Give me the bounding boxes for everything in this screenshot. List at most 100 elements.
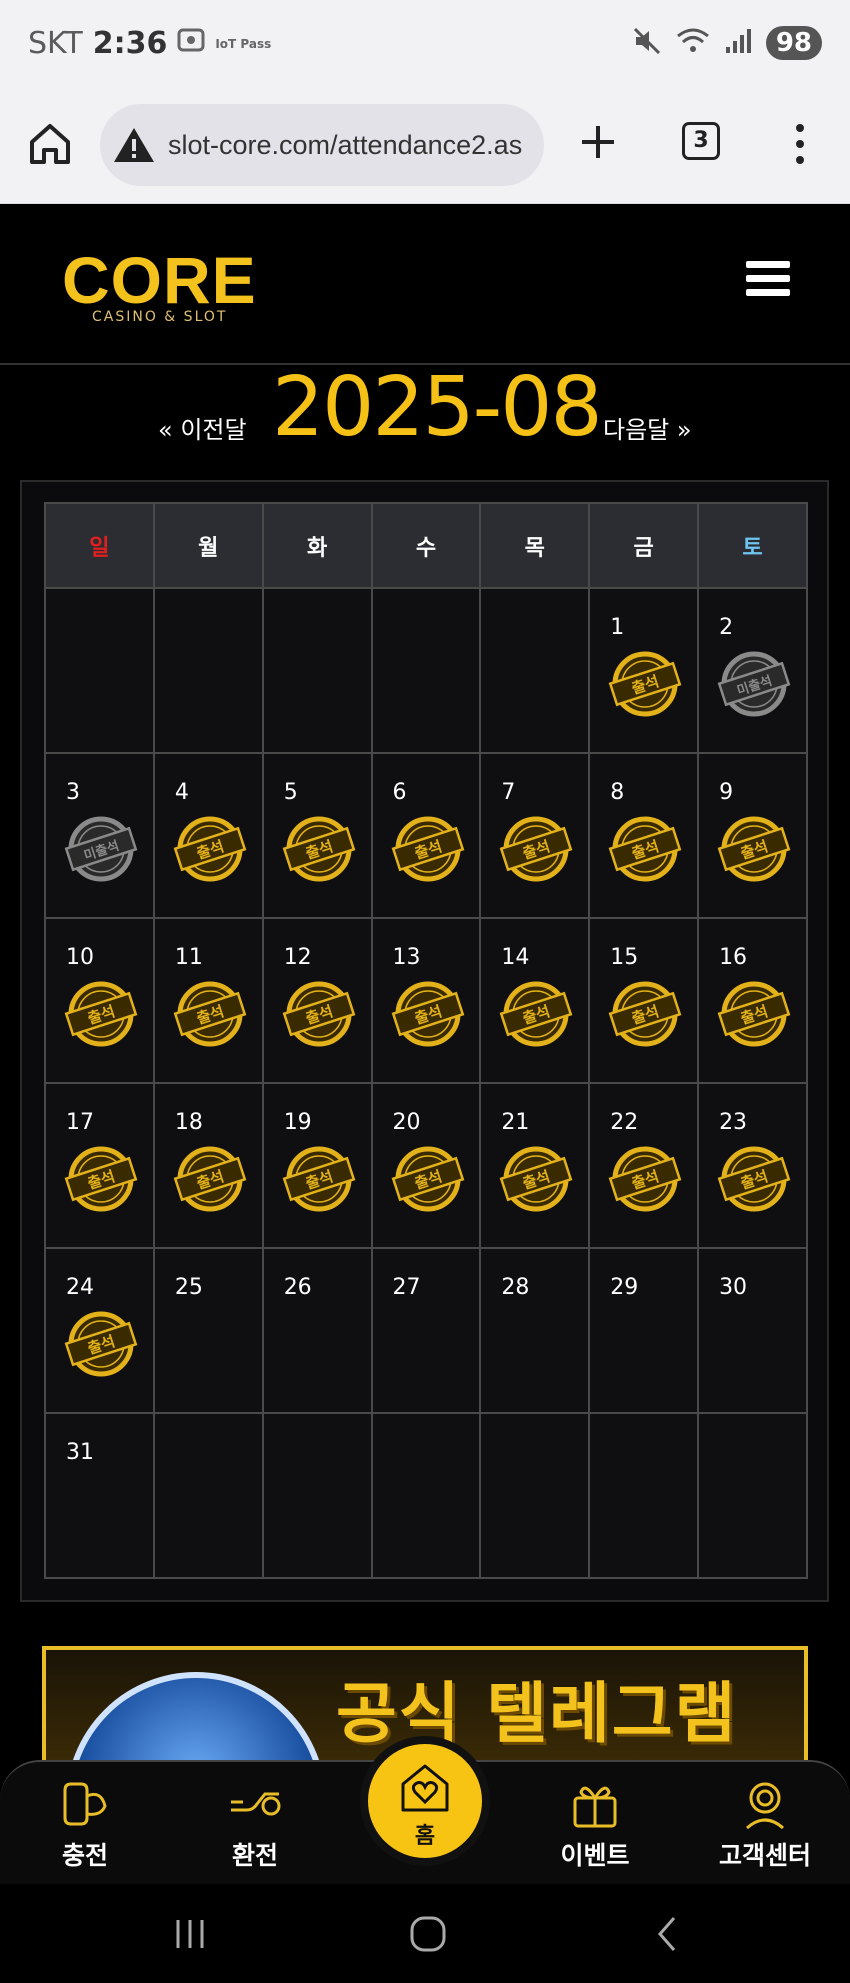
back-icon[interactable] [648,1914,688,1954]
month-navigation: « 이전달 2025-08 다음달 » [0,360,850,460]
new-tab-button[interactable] [576,120,620,164]
calendar-empty-cell [370,587,482,754]
day-number: 18 [174,1110,203,1135]
day-number: 3 [66,780,80,805]
calendar-day-cell[interactable]: 2 미출석 [697,587,808,754]
calendar-week-row: 31 [44,1412,808,1579]
calendar-day-cell[interactable]: 29 [588,1247,700,1414]
attendance-calendar: 일월화수목금토 1 출석 2 미출석 3 미출석 4 출석 5 출석 6 출석 7 출석 8 출석 9 출석 10 출… [20,480,829,1602]
calendar-day-cell[interactable]: 3 미출석 [44,752,155,919]
nav-support-label: 고객센터 [718,1841,811,1870]
warning-icon [114,128,154,162]
attended-stamp-icon: 출석 [62,1305,140,1383]
day-number: 6 [392,780,407,805]
nav-charge[interactable]: 충전 [20,1776,150,1872]
nav-home-label: 홈 [414,1824,436,1849]
carrier-label: SKT [28,26,83,61]
site-logo[interactable]: CORE CASINO & SLOT [62,247,256,327]
day-number: 30 [719,1275,748,1300]
calendar-day-cell[interactable]: 26 [261,1247,373,1414]
gift-icon [573,1786,617,1828]
calendar-day-cell[interactable]: 9 출석 [697,752,808,919]
attended-stamp-icon: 출석 [606,1140,684,1218]
day-number: 8 [610,780,625,805]
calendar-empty-cell [479,1412,591,1579]
calendar-day-cell[interactable]: 1 출석 [588,587,700,754]
calendar-day-cell[interactable]: 15 출석 [588,917,700,1084]
day-number: 29 [610,1275,639,1300]
system-home-icon[interactable] [408,1914,448,1954]
day-number: 11 [174,945,203,970]
weekday-header: 일 [44,502,155,589]
browser-menu-button[interactable] [786,118,814,170]
calendar-day-cell[interactable]: 6 출석 [370,752,482,919]
attended-stamp-icon: 출석 [389,810,467,888]
nav-exchange[interactable]: 환전 [190,1776,320,1872]
calendar-week-row: 3 미출석 4 출석 5 출석 6 출석 7 출석 8 출석 9 출석 [44,752,808,919]
calendar-day-cell[interactable]: 14 출석 [479,917,591,1084]
calendar-empty-cell [261,1412,373,1579]
weekday-header: 토 [697,502,808,589]
attended-stamp-icon: 출석 [62,975,140,1053]
browser-home-button[interactable] [26,120,74,168]
telegram-logo-icon [66,1672,326,1762]
attended-stamp-icon: 출석 [606,810,684,888]
attended-stamp-icon: 출석 [280,810,358,888]
calendar-day-cell[interactable]: 28 [479,1247,591,1414]
calendar-day-cell[interactable]: 31 [44,1412,155,1579]
calendar-day-cell[interactable]: 5 출석 [261,752,373,919]
calendar-day-cell[interactable]: 23 출석 [697,1082,808,1249]
next-month-link[interactable]: 다음달 » [603,410,692,445]
attended-stamp-icon: 출석 [389,1140,467,1218]
day-number: 21 [501,1110,530,1135]
calendar-day-cell[interactable]: 16 출석 [697,917,808,1084]
day-number: 22 [610,1110,639,1135]
weekday-header: 화 [261,502,373,589]
day-number: 24 [66,1275,94,1300]
attended-stamp-icon: 출석 [171,975,249,1053]
weekday-header-row: 일월화수목금토 [44,502,808,589]
calendar-day-cell[interactable]: 19 출석 [261,1082,373,1249]
nav-home-button[interactable]: 홈 [360,1736,490,1866]
month-title: 2025-08 [272,360,603,455]
calendar-day-cell[interactable]: 30 [697,1247,808,1414]
calendar-day-cell[interactable]: 11 출석 [152,917,264,1084]
attended-stamp-icon: 출석 [497,975,575,1053]
calendar-day-cell[interactable]: 17 출석 [44,1082,155,1249]
attended-stamp-icon: 출석 [715,810,793,888]
calendar-day-cell[interactable]: 25 [152,1247,264,1414]
calendar-empty-cell [152,1412,264,1579]
address-bar[interactable]: slot-core.com/attendance2.as [100,104,544,186]
calendar-day-cell[interactable]: 7 출석 [479,752,591,919]
calendar-day-cell[interactable]: 21 출석 [479,1082,591,1249]
day-number: 9 [719,780,734,805]
battery-indicator: 98 [765,26,822,60]
charge-icon [63,1782,107,1826]
calendar-day-cell[interactable]: 20 출석 [370,1082,482,1249]
attended-stamp-icon: 출석 [280,975,358,1053]
iot-pass-label: IoT Pass [215,36,272,51]
calendar-day-cell[interactable]: 18 출석 [152,1082,264,1249]
calendar-week-row: 10 출석 11 출석 12 출석 13 출석 14 출석 15 출석 16 출석 [44,917,808,1084]
attended-stamp-icon: 출석 [280,1140,358,1218]
nav-support[interactable]: 고객센터 [700,1776,830,1872]
calendar-day-cell[interactable]: 10 출석 [44,917,155,1084]
calendar-day-cell[interactable]: 12 출석 [261,917,373,1084]
calendar-day-cell[interactable]: 4 출석 [152,752,264,919]
prev-month-link[interactable]: « 이전달 [158,410,247,445]
nav-event[interactable]: 이벤트 [530,1776,660,1872]
calendar-day-cell[interactable]: 8 출석 [588,752,700,919]
calendar-day-cell[interactable]: 22 출석 [588,1082,700,1249]
tab-switcher-button[interactable]: 3 [682,122,720,160]
plus-icon [582,126,614,158]
weekday-header: 수 [370,502,482,589]
calendar-week-row: 24 출석 25 26 27 28 29 30 [44,1247,808,1414]
recent-apps-icon[interactable] [170,1914,210,1954]
calendar-day-cell[interactable]: 24 출석 [44,1247,155,1414]
calendar-empty-cell [261,587,373,754]
calendar-day-cell[interactable]: 13 출석 [370,917,482,1084]
day-number: 19 [283,1110,312,1135]
hamburger-menu-button[interactable] [746,261,790,301]
calendar-day-cell[interactable]: 27 [370,1247,482,1414]
calendar-empty-cell [370,1412,482,1579]
